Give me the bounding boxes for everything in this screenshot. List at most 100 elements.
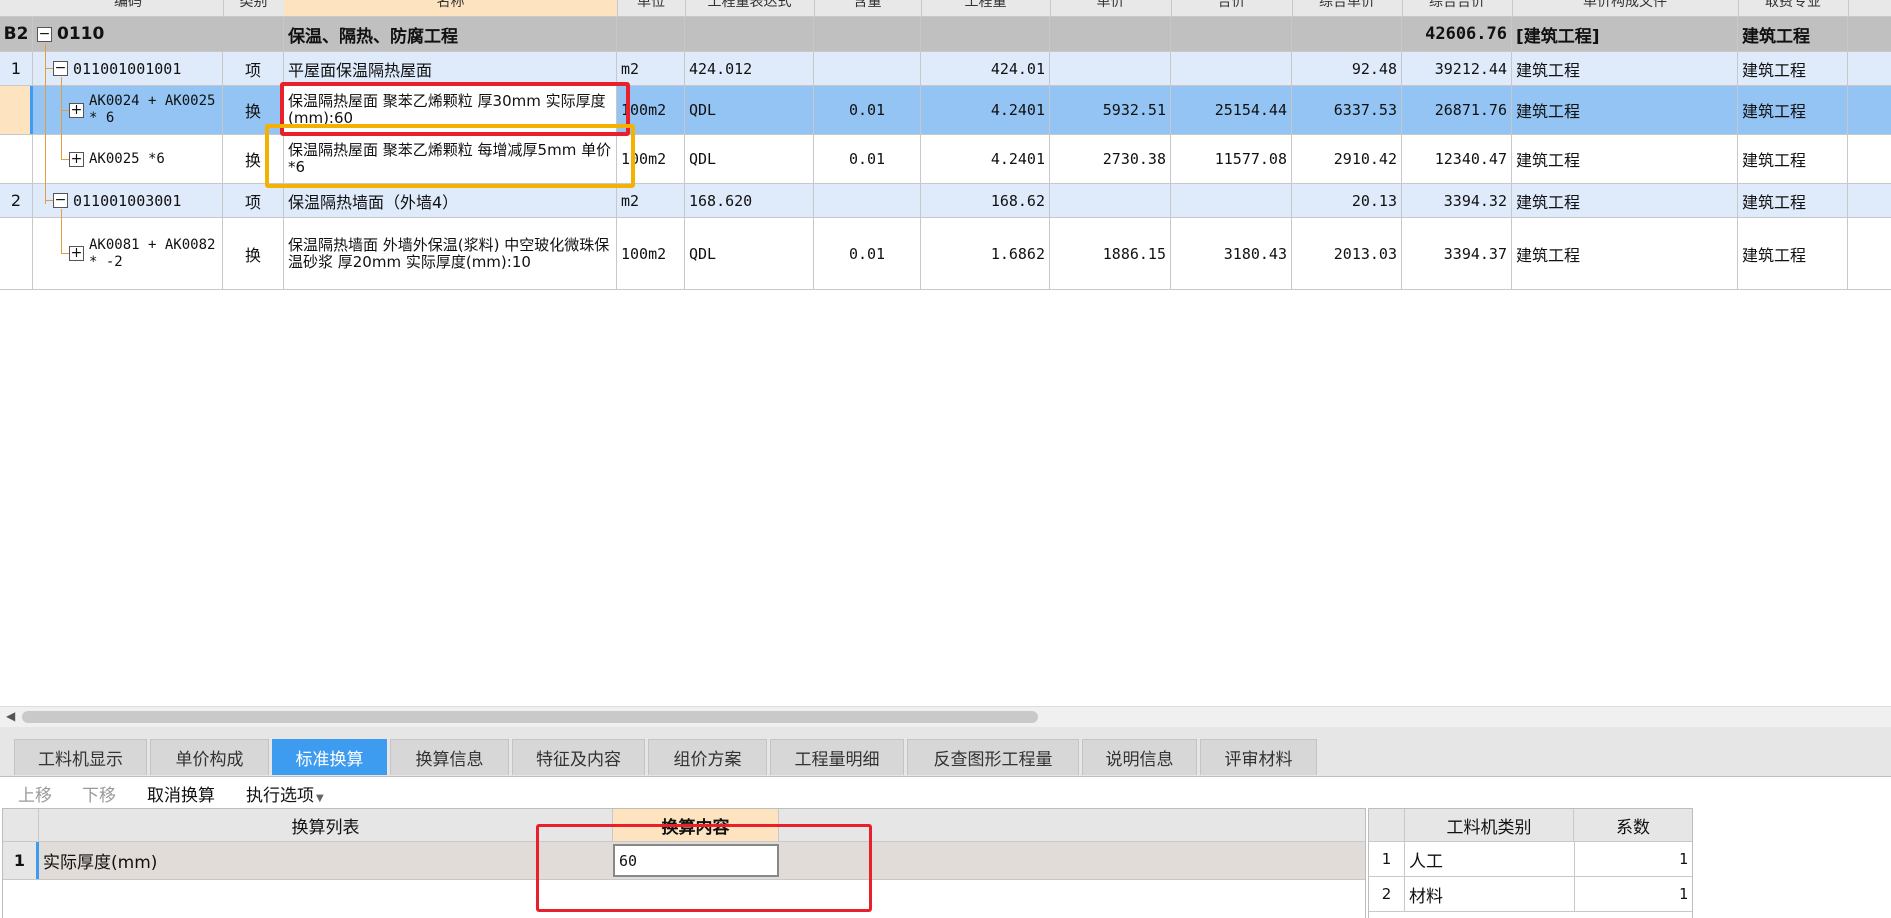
row-price (1050, 184, 1171, 217)
execute-options-button[interactable]: 执行选项 ▼ (246, 781, 324, 806)
tree-line (61, 77, 62, 159)
row-total-comp: 3394.37 (1402, 218, 1512, 289)
row-unit-comp: 92.48 (1292, 52, 1402, 85)
col-type[interactable]: 类别 (223, 0, 285, 16)
tab-notes[interactable]: 说明信息 (1082, 739, 1197, 775)
horizontal-scrollbar[interactable]: ◀ (0, 706, 1891, 728)
corner-cell (3, 809, 39, 842)
scroll-left-icon[interactable]: ◀ (6, 709, 15, 723)
expand-icon[interactable]: + (69, 151, 84, 167)
row-type: 项 (223, 184, 284, 217)
coefficient-row[interactable]: 2 材料 1 (1369, 877, 1692, 912)
move-down-button[interactable]: 下移 (82, 781, 116, 806)
row-code: 011001003001 (73, 191, 182, 210)
row-unit: 100m2 (617, 218, 685, 289)
coefficient-table: 工料机类别 系数 1 人工 1 2 材料 1 (1368, 808, 1693, 918)
header-filler (779, 809, 1365, 842)
collapse-icon[interactable]: − (53, 61, 68, 76)
expand-icon[interactable]: + (69, 102, 84, 118)
row-expr[interactable]: 168.620 (685, 184, 814, 217)
move-up-button[interactable]: 上移 (18, 781, 52, 806)
row-specialty: 建筑工程 (1738, 52, 1848, 85)
row-name[interactable]: 保温隔热墙面（外墙4） (284, 184, 617, 217)
quota-grid: 编码 类别 名称 单位 工程量表达式 含量 工程量 单价 合价 综合单价 综合合… (0, 0, 1891, 290)
conversion-table: 换算列表 换算内容 1 实际厚度(mm) 60 (2, 808, 1366, 918)
resource-type: 人工 (1409, 851, 1443, 872)
coefficient-row[interactable]: 1 人工 1 (1369, 842, 1692, 877)
row-expr[interactable]: QDL (685, 135, 814, 183)
expand-icon[interactable]: + (69, 246, 84, 261)
row-cost-file: 建筑工程 (1512, 135, 1738, 183)
tab-conversion-info[interactable]: 换算信息 (390, 739, 509, 775)
coefficient-value[interactable]: 1 (1679, 877, 1688, 911)
col-unit[interactable]: 单位 (617, 0, 686, 16)
row-name[interactable]: 平屋面保温隔热屋面 (284, 52, 617, 85)
row-expr[interactable]: QDL (685, 86, 814, 134)
tab-features[interactable]: 特征及内容 (512, 739, 645, 775)
row-index (0, 86, 33, 134)
corner-cell (1369, 809, 1405, 842)
scrollbar-thumb[interactable] (22, 711, 1038, 723)
row-expr[interactable]: 424.012 (685, 52, 814, 85)
col-total[interactable]: 合价 (1171, 0, 1293, 16)
row-price: 1886.15 (1050, 218, 1171, 289)
empty-cell (617, 17, 685, 51)
col-price[interactable]: 单价 (1050, 0, 1172, 16)
table-row[interactable]: 2 − 011001003001 项 保温隔热墙面（外墙4） m2 168.62… (0, 184, 1891, 218)
col-unit-comp[interactable]: 综合单价 (1292, 0, 1403, 16)
coefficient-value[interactable]: 1 (1679, 842, 1688, 876)
col-qty[interactable]: 工程量 (921, 0, 1051, 16)
tab-labor-material[interactable]: 工料机显示 (14, 739, 147, 775)
tab-review-materials[interactable]: 评审材料 (1200, 739, 1317, 775)
row-cost-file: 建筑工程 (1512, 86, 1738, 134)
tab-graphic-quantity[interactable]: 反查图形工程量 (907, 739, 1079, 775)
row-code: 011001001001 (73, 59, 182, 78)
row-name[interactable]: 保温隔热墙面 外墙外保温(浆料) 中空玻化微珠保温砂浆 厚20mm 实际厚度(m… (284, 218, 617, 289)
row-price (1050, 52, 1171, 85)
tab-pricing-scheme[interactable]: 组价方案 (648, 739, 767, 775)
tree-line (61, 159, 69, 160)
execute-options-label: 执行选项 (246, 786, 314, 806)
cancel-conversion-button[interactable]: 取消换算 (147, 781, 215, 806)
row-total: 25154.44 (1171, 86, 1292, 134)
group-code-cell: − 0110 (33, 17, 284, 51)
tab-standard-conversion[interactable]: 标准换算 (272, 739, 387, 775)
col-conversion-list: 换算列表 (39, 809, 613, 842)
col-code[interactable]: 编码 (33, 0, 224, 16)
collapse-icon[interactable]: − (53, 193, 68, 208)
col-total-comp[interactable]: 综合合价 (1402, 0, 1513, 16)
row-name[interactable]: 保温隔热屋面 聚苯乙烯颗粒 每增减厚5mm 单价*6 (284, 135, 617, 183)
row-index (0, 218, 33, 289)
col-specialty[interactable]: 取费专业 (1738, 0, 1849, 16)
cell-separator (1574, 877, 1575, 911)
group-code: 0110 (57, 24, 105, 44)
row-unit-comp: 20.13 (1292, 184, 1402, 217)
row-expr[interactable]: QDL (685, 218, 814, 289)
row-qty: 4.2401 (921, 135, 1050, 183)
row-unit-comp: 2013.03 (1292, 218, 1402, 289)
col-content[interactable]: 含量 (814, 0, 922, 16)
tab-quantity-detail[interactable]: 工程量明细 (770, 739, 904, 775)
row-price: 5932.51 (1050, 86, 1171, 134)
row-name[interactable]: 保温隔热屋面 聚苯乙烯颗粒 厚30mm 实际厚度(mm):60 (284, 86, 617, 134)
table-row[interactable]: + AK0081 + AK0082 * -2 换 保温隔热墙面 外墙外保温(浆料… (0, 218, 1891, 290)
table-row[interactable]: 1 − 011001001001 项 平屋面保温隔热屋面 m2 424.012 … (0, 52, 1891, 86)
col-cost-file[interactable]: 单价构成文件 (1512, 0, 1739, 16)
row-unit: 100m2 (617, 86, 685, 134)
conversion-row[interactable]: 1 实际厚度(mm) 60 (3, 842, 1365, 880)
group-name: 保温、隔热、防腐工程 (284, 17, 617, 51)
table-row-selected[interactable]: + AK0024 + AK0025 * 6 换 保温隔热屋面 聚苯乙烯颗粒 厚3… (0, 86, 1891, 135)
col-name[interactable]: 名称 (284, 0, 618, 16)
row-specialty: 建筑工程 (1738, 184, 1848, 217)
col-expr[interactable]: 工程量表达式 (685, 0, 815, 16)
row-qty: 424.01 (921, 52, 1050, 85)
conversion-value-input[interactable]: 60 (613, 844, 779, 877)
collapse-icon[interactable]: − (37, 26, 52, 42)
row-qty: 4.2401 (921, 86, 1050, 134)
group-row[interactable]: B2 − 0110 保温、隔热、防腐工程 42606.76 [建筑工程] 建筑工… (0, 17, 1891, 52)
table-row[interactable]: + AK0025 *6 换 保温隔热屋面 聚苯乙烯颗粒 每增减厚5mm 单价*6… (0, 135, 1891, 184)
row-content: 0.01 (814, 135, 921, 183)
resource-type: 材料 (1409, 886, 1443, 907)
tab-unit-price[interactable]: 单价构成 (150, 739, 269, 775)
row-cost-file: 建筑工程 (1512, 52, 1738, 85)
